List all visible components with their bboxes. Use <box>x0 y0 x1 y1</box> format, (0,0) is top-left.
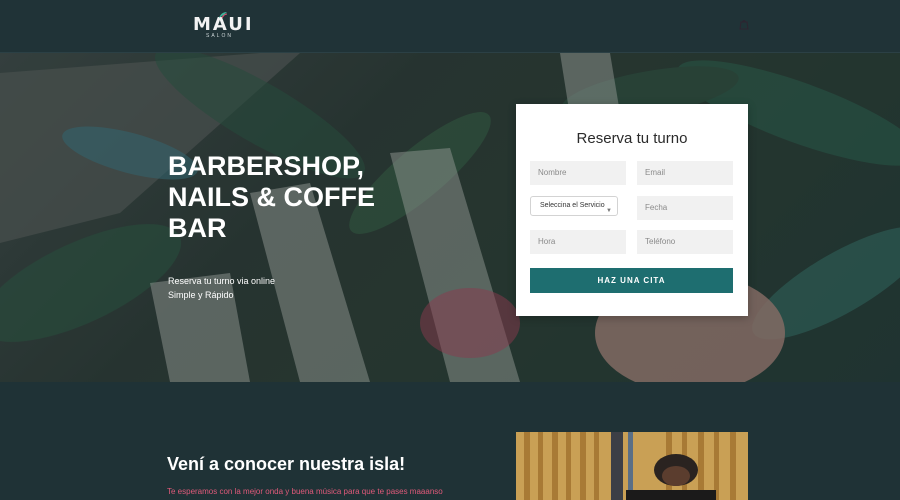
logo-subtitle: SALON <box>206 33 233 39</box>
booking-form-title: Reserva tu turno <box>576 130 688 147</box>
section-text: Te esperamos con la mejor onda y buena m… <box>167 487 443 496</box>
hero-subtitle-line: Simple y Rápido <box>168 290 234 300</box>
hero-title-line: NAILS & COFFE <box>168 182 375 212</box>
hero-title: BARBERSHOP, NAILS & COFFE BAR <box>168 151 398 244</box>
name-field[interactable] <box>530 161 626 185</box>
time-field[interactable] <box>530 230 626 254</box>
salon-photo <box>516 432 748 500</box>
hero-title-line: BAR <box>168 213 227 243</box>
hero-subtitle: Reserva tu turno via online Simple y Ráp… <box>168 274 275 302</box>
date-field[interactable] <box>637 196 733 220</box>
section-title: Vení a conocer nuestra isla! <box>167 454 406 474</box>
leaf-icon <box>219 12 228 19</box>
hero-overlay <box>0 53 900 382</box>
hero-section: BARBERSHOP, NAILS & COFFE BAR Reserva tu… <box>0 53 900 382</box>
chevron-down-icon: ▼ <box>606 208 612 214</box>
book-appointment-button[interactable]: HAZ UNA CITA <box>530 268 733 293</box>
hero-title-line: BARBERSHOP, <box>168 151 365 181</box>
booking-form-card: Reserva tu turno Seleccina el Servicio ▼… <box>516 104 748 316</box>
service-select[interactable]: Seleccina el Servicio ▼ <box>530 196 618 216</box>
email-field[interactable] <box>637 161 733 185</box>
about-section: Vení a conocer nuestra isla! Te esperamo… <box>0 382 900 500</box>
salon-photo-image <box>516 432 748 500</box>
bag-icon[interactable] <box>739 18 749 30</box>
phone-field[interactable] <box>637 230 733 254</box>
service-select-value: Seleccina el Servicio <box>540 202 605 209</box>
site-header: MAUI SALON <box>0 0 900 53</box>
hero-subtitle-line: Reserva tu turno via online <box>168 276 276 286</box>
maui-logo[interactable]: MAUI SALON <box>193 12 253 40</box>
